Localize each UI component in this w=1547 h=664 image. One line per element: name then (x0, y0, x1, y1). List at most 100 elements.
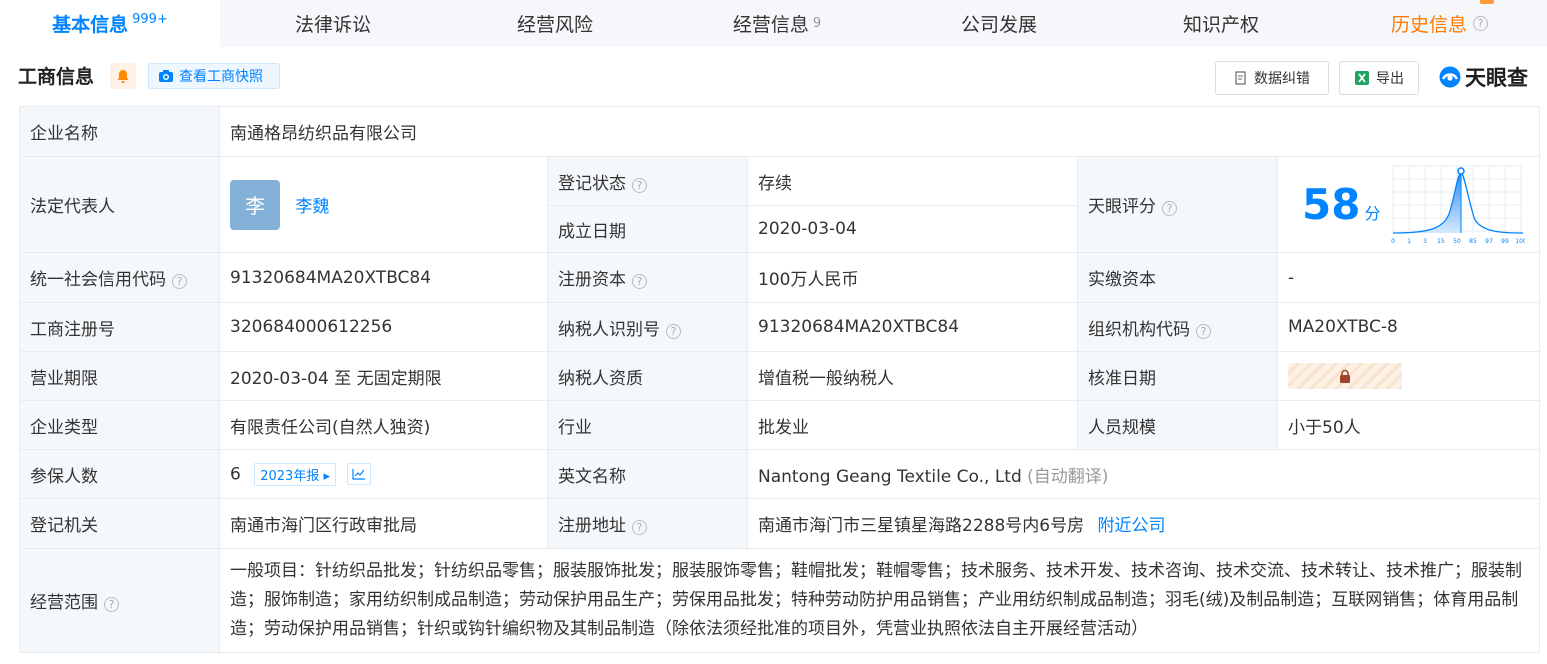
table-row: 法定代表人 李 李魏 登记状态? 存续 天眼评分? 58 分 0 1 3 15 … (19, 156, 1541, 253)
score-tick-label: 15 (1437, 238, 1445, 245)
term: 2020-03-04 至 无固定期限 (219, 351, 548, 401)
table-row: 企业类型 有限责任公司(自然人独资) 行业 批发业 人员规模 小于50人 (19, 400, 1541, 450)
table-row: 工商注册号 320684000612256 纳税人识别号? 91320684MA… (19, 302, 1541, 352)
camera-icon (159, 70, 173, 82)
annual-report-tag[interactable]: 2023年报 ▸ (254, 462, 336, 486)
tax-qual: 增值税一般纳税人 (747, 351, 1078, 401)
tab-label: 知识产权 (1182, 14, 1259, 36)
table-row: 经营范围? 一般项目：针纺织品批发；针纺织品零售；服装服饰批发；服装服饰零售；鞋… (19, 548, 1541, 653)
label-industry: 行业 (547, 400, 748, 450)
reg-no: 320684000612256 (219, 302, 548, 352)
tab-risk[interactable]: 经营风险 (444, 0, 666, 47)
snapshot-button[interactable]: 查看工商快照 (148, 63, 280, 89)
company-name: 南通格昂纺织品有限公司 (218, 106, 1541, 157)
tab-history[interactable]: 历史信息 ? (1332, 0, 1547, 47)
score-tick-label: 3 (1423, 238, 1427, 245)
score-tick-label: 1 (1407, 238, 1411, 245)
snapshot-label: 查看工商快照 (179, 69, 263, 85)
business-info-table: 企业名称 南通格昂纺织品有限公司 法定代表人 李 李魏 登记状态? 存续 天眼评… (19, 106, 1541, 653)
label-text: 注册资本 (558, 270, 626, 290)
label-reg-status: 登记状态? (547, 156, 748, 206)
help-icon[interactable]: ? (632, 274, 647, 289)
score-unit: 分 (1364, 204, 1381, 223)
tab-label: 法律诉讼 (294, 14, 371, 36)
address: 南通市海门市三星镇星海路2288号内6号房 (758, 516, 1085, 536)
export-label: 导出 (1376, 71, 1404, 87)
data-correct-button[interactable]: 数据纠错 (1215, 61, 1329, 95)
label-scope: 经营范围? (19, 548, 220, 653)
trend-chart-icon[interactable] (347, 463, 372, 485)
table-row: 企业名称 南通格昂纺织品有限公司 (19, 106, 1541, 157)
label-term: 营业期限 (19, 351, 220, 401)
brand-name: 天眼查 (1465, 66, 1528, 90)
label-type: 企业类型 (19, 400, 220, 450)
legal-rep-cell: 李 李魏 (219, 156, 548, 253)
label-text: 统一社会信用代码 (30, 270, 166, 290)
tab-legal[interactable]: 法律诉讼 (222, 0, 444, 47)
label-authority: 登记机关 (19, 498, 220, 549)
score-tick-label: 97 (1485, 238, 1493, 245)
reg-capital: 100万人民币 (747, 252, 1078, 303)
insured-cell: 6 2023年报 ▸ (219, 449, 548, 499)
label-text: 纳税人识别号 (558, 319, 660, 340)
label-text: 登记状态 (558, 173, 626, 194)
credit-code: 91320684MA20XTBC84 (219, 252, 548, 303)
export-button[interactable]: 导出 (1339, 61, 1419, 95)
avatar[interactable]: 李 (230, 179, 280, 230)
tab-ip[interactable]: 知识产权 (1110, 0, 1332, 47)
tab-label: 经营信息 (732, 14, 809, 36)
help-icon[interactable]: ? (1196, 323, 1211, 339)
score-distribution-chart: 0 1 3 15 50 85 97 99 100 (1391, 165, 1525, 245)
legal-rep-link[interactable]: 李魏 (295, 192, 329, 217)
help-icon[interactable]: ? (172, 274, 187, 289)
score-tick-label: 100 (1515, 238, 1525, 245)
score-tick-label: 50 (1453, 238, 1461, 245)
tab-development[interactable]: 公司发展 (888, 0, 1110, 47)
tab-basic-info[interactable]: 基本信息 999+ (0, 0, 220, 47)
excel-icon (1355, 71, 1369, 85)
reg-status: 存续 (747, 156, 1078, 206)
label-text: 组织机构代码 (1088, 319, 1190, 340)
table-row: 参保人数 6 2023年报 ▸ 英文名称 Nantong Geang Texti… (19, 449, 1541, 499)
help-icon[interactable]: ? (1473, 16, 1488, 31)
business-scope: 一般项目：针纺织品批发；针纺织品零售；服装服饰批发；服装服饰零售；鞋帽批发；鞋帽… (218, 548, 1541, 653)
label-legal-rep: 法定代表人 (19, 156, 220, 253)
section-title: 工商信息 (18, 66, 95, 88)
label-text: 注册地址 (558, 516, 626, 536)
label-company-name: 企业名称 (19, 106, 220, 157)
tab-label: 历史信息 (1390, 14, 1467, 36)
help-icon[interactable]: ? (104, 597, 119, 612)
label-found-date: 成立日期 (547, 205, 748, 253)
tab-count: 9 (812, 16, 822, 31)
bell-icon[interactable] (110, 63, 136, 89)
tianyancha-logo-icon (1439, 66, 1461, 88)
help-icon[interactable]: ? (632, 520, 647, 535)
table-row: 登记机关 南通市海门区行政审批局 注册地址? 南通市海门市三星镇星海路2288号… (19, 498, 1541, 549)
locked-value[interactable] (1288, 363, 1402, 389)
taxpayer-id: 91320684MA20XTBC84 (747, 302, 1078, 352)
table-row: 营业期限 2020-03-04 至 无固定期限 纳税人资质 增值税一般纳税人 核… (19, 351, 1541, 401)
score-tick-label: 85 (1469, 238, 1477, 245)
found-date: 2020-03-04 (747, 205, 1078, 253)
nearby-companies-link[interactable]: 附近公司 (1098, 516, 1166, 536)
en-name-cell: Nantong Geang Textile Co., Ltd (自动翻译) (746, 449, 1541, 499)
tab-label: 基本信息 (52, 14, 129, 36)
authority: 南通市海门区行政审批局 (219, 498, 548, 549)
score-tick-label: 0 (1391, 238, 1395, 245)
label-reg-capital: 注册资本? (547, 252, 748, 303)
label-score: 天眼评分? (1077, 156, 1278, 253)
en-name: Nantong Geang Textile Co., Ltd (758, 466, 1022, 487)
help-icon[interactable]: ? (632, 177, 647, 193)
label-text: 经营范围 (30, 593, 98, 613)
tab-business-info[interactable]: 经营信息 9 (666, 0, 888, 47)
help-icon[interactable]: ? (1162, 201, 1177, 216)
help-icon[interactable]: ? (666, 323, 681, 339)
score-cell[interactable]: 58 分 01315 50 85 97 99 100 (1276, 156, 1541, 253)
paid-capital: - (1276, 252, 1541, 303)
label-credit-code: 统一社会信用代码? (19, 252, 220, 303)
label-org-code: 组织机构代码? (1077, 302, 1278, 352)
industry: 批发业 (747, 400, 1078, 450)
address-cell: 南通市海门市三星镇星海路2288号内6号房 附近公司 (746, 498, 1541, 549)
label-tax-qual: 纳税人资质 (547, 351, 748, 401)
tab-bar: 基本信息 999+ 法律诉讼 经营风险 经营信息 9 公司发展 知识产权 历史信… (0, 0, 1547, 47)
